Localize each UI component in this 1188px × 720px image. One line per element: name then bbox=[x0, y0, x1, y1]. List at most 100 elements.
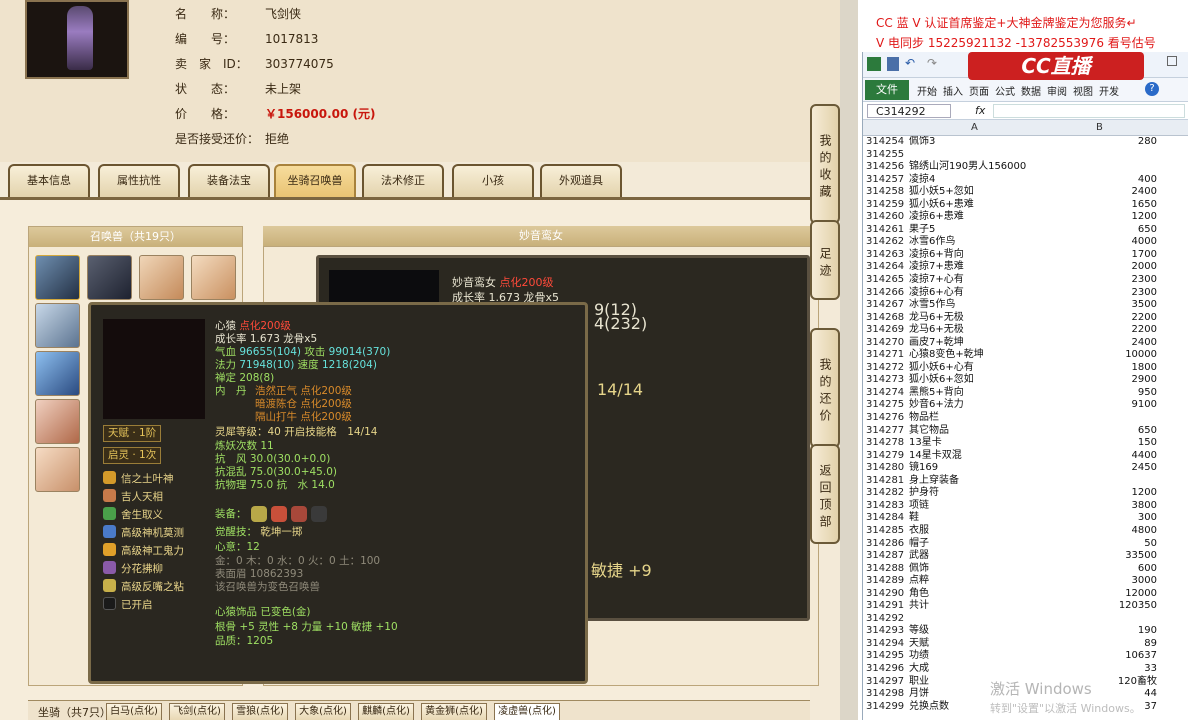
ribbon-tab[interactable]: 数据 bbox=[1021, 83, 1041, 98]
maximize-icon[interactable] bbox=[1167, 56, 1177, 66]
sheet-row[interactable]: 314278 13星卡 150 bbox=[863, 437, 1188, 450]
ribbon-tab[interactable]: 插入 bbox=[943, 83, 963, 98]
cell-a[interactable]: 果子5 bbox=[909, 224, 1043, 237]
cell-a[interactable]: 角色 bbox=[909, 588, 1043, 601]
tab-attributes[interactable]: 属性抗性 bbox=[98, 164, 180, 197]
sheet-row[interactable]: 314254 佩饰3 280 bbox=[863, 136, 1188, 149]
cell-b[interactable]: 33 bbox=[1043, 663, 1157, 676]
cell-b[interactable]: 89 bbox=[1043, 638, 1157, 651]
redo-icon[interactable]: ↷ bbox=[927, 56, 937, 70]
cell-a[interactable]: 凌掠6+背向 bbox=[909, 249, 1043, 262]
sheet-row[interactable]: 314264 凌掠7+患难 2000 bbox=[863, 261, 1188, 274]
cell-b[interactable]: 4800 bbox=[1043, 525, 1157, 538]
cell-b[interactable]: 2300 bbox=[1043, 287, 1157, 300]
sheet-row[interactable]: 314265 凌掠7+心有 2300 bbox=[863, 274, 1188, 287]
sheet-row[interactable]: 314268 龙马6+无极 2200 bbox=[863, 312, 1188, 325]
fx-icon[interactable]: fx bbox=[975, 104, 985, 117]
cell-b[interactable]: 1200 bbox=[1043, 211, 1157, 224]
ribbon-tab[interactable]: 开始 bbox=[917, 83, 937, 98]
sheet-row[interactable]: 314269 龙马6+无极 2200 bbox=[863, 324, 1188, 337]
sheet-row[interactable]: 314295 功绩 10637 bbox=[863, 650, 1188, 663]
cell-b[interactable]: 3000 bbox=[1043, 575, 1157, 588]
sheet-row[interactable]: 314270 画皮7+乾坤 2400 bbox=[863, 337, 1188, 350]
summon-avatar[interactable] bbox=[87, 255, 132, 300]
cell-b[interactable]: 950 bbox=[1043, 387, 1157, 400]
sheet-row[interactable]: 314291 共计 120350 bbox=[863, 600, 1188, 613]
sheet-row[interactable]: 314260 凌掠6+患难 1200 bbox=[863, 211, 1188, 224]
sheet-row[interactable]: 314267 冰雪5作鸟 3500 bbox=[863, 299, 1188, 312]
cell-a[interactable]: 心猿8变色+乾坤 bbox=[909, 349, 1043, 362]
sheet-row[interactable]: 314266 凌掠6+心有 2300 bbox=[863, 287, 1188, 300]
cell-b[interactable]: 10000 bbox=[1043, 349, 1157, 362]
save-icon[interactable] bbox=[887, 57, 899, 71]
sheet-row[interactable]: 314282 护身符 1200 bbox=[863, 487, 1188, 500]
cell-a[interactable]: 龙马6+无极 bbox=[909, 324, 1043, 337]
footprint-button[interactable]: 足迹 bbox=[810, 220, 840, 300]
cell-a[interactable]: 14星卡双混 bbox=[909, 450, 1043, 463]
page-scrollbar[interactable] bbox=[840, 0, 858, 720]
sheet-row[interactable]: 314289 点粹 3000 bbox=[863, 575, 1188, 588]
mount-tab[interactable]: 飞剑(点化) bbox=[169, 703, 225, 720]
cell-b[interactable]: 600 bbox=[1043, 563, 1157, 576]
sheet-row[interactable]: 314279 14星卡双混 4400 bbox=[863, 450, 1188, 463]
cell-a[interactable]: 佩饰3 bbox=[909, 136, 1043, 149]
cell-b[interactable]: 1200 bbox=[1043, 487, 1157, 500]
cell-a[interactable]: 龙马6+无极 bbox=[909, 312, 1043, 325]
cell-a[interactable]: 其它物品 bbox=[909, 425, 1043, 438]
cell-b[interactable]: 9100 bbox=[1043, 399, 1157, 412]
cell-a[interactable]: 武器 bbox=[909, 550, 1043, 563]
cell-a[interactable]: 共计 bbox=[909, 600, 1043, 613]
summon-avatar[interactable] bbox=[191, 255, 236, 300]
sheet-row[interactable]: 314280 镜169 2450 bbox=[863, 462, 1188, 475]
cell-b[interactable]: 3500 bbox=[1043, 299, 1157, 312]
cell-a[interactable]: 帽子 bbox=[909, 538, 1043, 551]
tab-mounts-summons[interactable]: 坐骑召唤兽 bbox=[274, 164, 356, 197]
cell-b[interactable]: 33500 bbox=[1043, 550, 1157, 563]
summon-avatar[interactable] bbox=[35, 447, 80, 492]
cell-a[interactable]: 凌掠4 bbox=[909, 174, 1043, 187]
ribbon-tab[interactable]: 公式 bbox=[995, 83, 1015, 98]
cell-b[interactable]: 2400 bbox=[1043, 337, 1157, 350]
name-box[interactable]: C314292 bbox=[867, 104, 951, 118]
cell-b[interactable]: 2900 bbox=[1043, 374, 1157, 387]
cell-a[interactable]: 功绩 bbox=[909, 650, 1043, 663]
sheet-row[interactable]: 314276 物品栏 bbox=[863, 412, 1188, 425]
help-icon[interactable]: ? bbox=[1145, 82, 1159, 96]
cell-b[interactable]: 2400 bbox=[1043, 186, 1157, 199]
cell-b[interactable]: 2450 bbox=[1043, 462, 1157, 475]
cell-a[interactable]: 佩饰 bbox=[909, 563, 1043, 576]
cell-a[interactable]: 妙音6+法力 bbox=[909, 399, 1043, 412]
tab-basic[interactable]: 基本信息 bbox=[8, 164, 90, 197]
sheet-row[interactable]: 314292 bbox=[863, 613, 1188, 626]
sheet-row[interactable]: 314256 锦绣山河190男人156000 bbox=[863, 161, 1188, 174]
summon-avatar[interactable] bbox=[139, 255, 184, 300]
cell-a[interactable]: 狐小妖5+忽如 bbox=[909, 186, 1043, 199]
cell-a[interactable]: 狐小妖6+患难 bbox=[909, 199, 1043, 212]
tab-children[interactable]: 小孩 bbox=[452, 164, 534, 197]
cell-a[interactable]: 物品栏 bbox=[909, 412, 1043, 425]
sheet-row[interactable]: 314273 狐小妖6+忽如 2900 bbox=[863, 374, 1188, 387]
column-b-header[interactable]: B bbox=[1096, 122, 1103, 133]
summon-avatar[interactable] bbox=[35, 399, 80, 444]
cell-b[interactable]: 190 bbox=[1043, 625, 1157, 638]
cell-a[interactable]: 项链 bbox=[909, 500, 1043, 513]
formula-input[interactable] bbox=[993, 104, 1185, 118]
sheet-row[interactable]: 314287 武器 33500 bbox=[863, 550, 1188, 563]
tab-equipment[interactable]: 装备法宝 bbox=[188, 164, 270, 197]
cell-b[interactable]: 3800 bbox=[1043, 500, 1157, 513]
cell-a[interactable]: 凌掠6+患难 bbox=[909, 211, 1043, 224]
cell-b[interactable]: 2200 bbox=[1043, 312, 1157, 325]
ribbon-tab[interactable]: 开发 bbox=[1099, 83, 1119, 98]
my-bargains-button[interactable]: 我的还价 bbox=[810, 328, 840, 448]
cell-a[interactable]: 狐小妖6+忽如 bbox=[909, 374, 1043, 387]
tab-spells[interactable]: 法术修正 bbox=[362, 164, 444, 197]
cell-a[interactable]: 护身符 bbox=[909, 487, 1043, 500]
sheet-row[interactable]: 314271 心猿8变色+乾坤 10000 bbox=[863, 349, 1188, 362]
cell-b[interactable]: 650 bbox=[1043, 224, 1157, 237]
sheet-row[interactable]: 314281 身上穿装备 bbox=[863, 475, 1188, 488]
cell-b[interactable]: 50 bbox=[1043, 538, 1157, 551]
cell-b[interactable]: 1700 bbox=[1043, 249, 1157, 262]
cell-b[interactable]: 4400 bbox=[1043, 450, 1157, 463]
sheet-row[interactable]: 314286 帽子 50 bbox=[863, 538, 1188, 551]
sheet-row[interactable]: 314272 狐小妖6+心有 1800 bbox=[863, 362, 1188, 375]
